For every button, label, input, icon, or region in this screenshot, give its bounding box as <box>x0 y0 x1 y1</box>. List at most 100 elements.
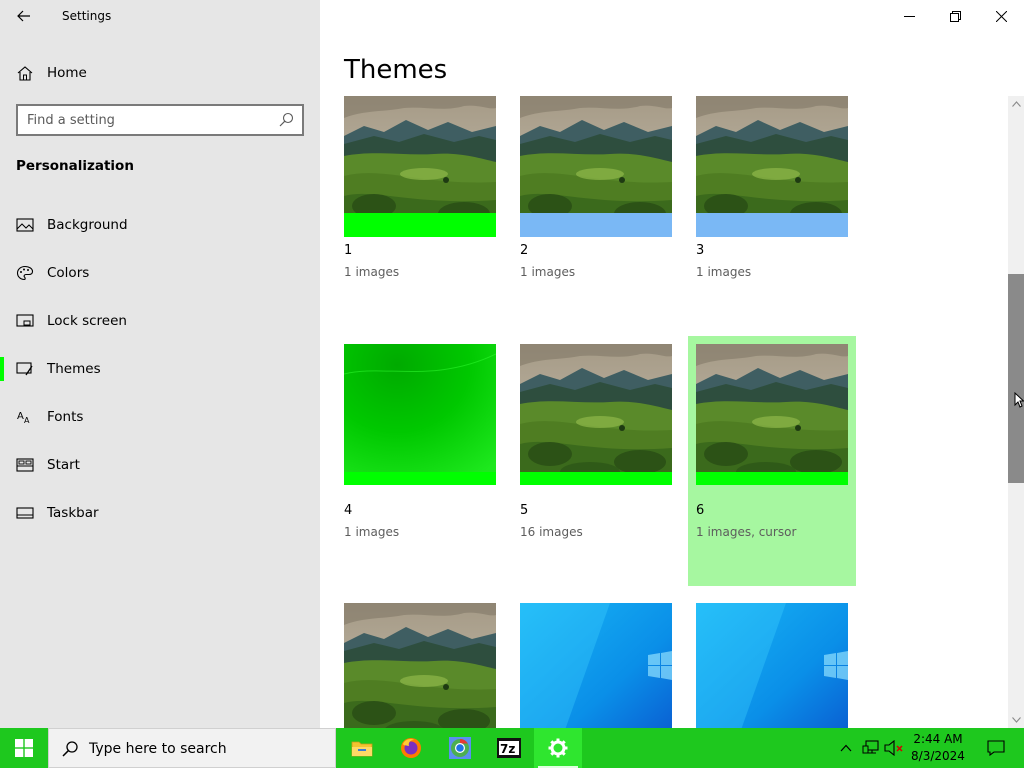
show-hidden-icons-button[interactable] <box>836 738 856 758</box>
theme-thumbnail <box>696 96 848 237</box>
vertical-scrollbar[interactable] <box>1008 96 1024 728</box>
minimize-button[interactable] <box>886 0 932 32</box>
gear-icon <box>548 738 568 758</box>
scroll-up-button[interactable] <box>1008 96 1024 112</box>
sidebar-item-taskbar[interactable]: Taskbar <box>0 493 320 533</box>
taskbar: Type here to search 7z 2:44 AM 8/3/2024 <box>0 728 1024 768</box>
theme-accent-band <box>344 472 496 485</box>
svg-text:A: A <box>17 411 24 422</box>
theme-tile-4[interactable]: 4 1 images <box>344 344 496 544</box>
theme-tile-6[interactable]: 6 1 images, cursor <box>688 336 856 586</box>
volume-tray-button[interactable] <box>884 738 904 758</box>
find-setting-search[interactable] <box>16 104 304 136</box>
theme-thumbnail <box>520 603 672 728</box>
palette-icon <box>16 265 34 281</box>
theme-preview-image <box>520 344 672 485</box>
theme-subtitle: 1 images <box>696 265 752 279</box>
sidebar-item-label: Start <box>47 457 80 473</box>
firefox-icon <box>401 738 421 758</box>
taskbar-app-7zip[interactable]: 7z <box>485 728 533 768</box>
sidebar-item-label: Fonts <box>47 409 84 425</box>
theme-tile-2[interactable]: 2 1 images <box>520 96 672 296</box>
title-bar: Settings <box>0 0 320 32</box>
theme-preview-image <box>344 344 496 485</box>
theme-thumbnail <box>520 344 672 485</box>
7zip-icon: 7z <box>497 738 521 758</box>
theme-tile-item-9[interactable] <box>696 603 848 728</box>
taskbar-app-firefox[interactable] <box>387 728 435 768</box>
theme-thumbnail <box>344 96 496 237</box>
notification-icon <box>987 740 1005 756</box>
home-icon <box>17 66 33 81</box>
theme-accent-band <box>520 213 672 237</box>
taskbar-clock[interactable]: 2:44 AM 8/3/2024 <box>906 731 970 765</box>
main-content: Themes 1 1 images 2 1 images 3 1 images 4 1 ima… <box>320 0 1024 728</box>
theme-subtitle: 1 images <box>344 525 400 539</box>
close-button[interactable] <box>978 0 1024 32</box>
action-center-button[interactable] <box>976 728 1016 768</box>
sidebar-item-lock-screen[interactable]: Lock screen <box>0 301 320 341</box>
theme-subtitle: 1 images <box>520 265 576 279</box>
sidebar-item-background[interactable]: Background <box>0 205 320 245</box>
theme-accent-band <box>696 472 848 485</box>
theme-preview-image <box>696 603 848 728</box>
brush-icon <box>16 362 33 376</box>
theme-subtitle: 1 images, cursor <box>696 525 797 539</box>
network-tray-button[interactable] <box>861 738 881 758</box>
theme-accent-band <box>520 472 672 485</box>
theme-preview-image <box>696 344 848 485</box>
sidebar-item-label: Background <box>47 217 128 233</box>
theme-thumbnail <box>696 344 848 485</box>
close-icon <box>995 10 1007 22</box>
chevron-up-icon <box>840 744 852 752</box>
theme-tile-item-7[interactable] <box>344 603 496 728</box>
search-input[interactable] <box>27 110 267 130</box>
theme-tile-item-8[interactable] <box>520 603 672 728</box>
scroll-down-button[interactable] <box>1008 712 1024 728</box>
selected-indicator <box>0 357 4 381</box>
scroll-thumb[interactable] <box>1008 274 1024 483</box>
home-label: Home <box>47 65 87 81</box>
sidebar-item-label: Lock screen <box>47 313 127 329</box>
theme-tile-3[interactable]: 3 1 images <box>696 96 848 296</box>
back-arrow-icon <box>17 10 30 22</box>
theme-preview-image <box>344 603 496 728</box>
theme-thumbnail <box>344 603 496 728</box>
sidebar-item-label: Themes <box>47 361 101 377</box>
taskbar-app-settings[interactable] <box>534 728 582 768</box>
taskbar-app-file-explorer[interactable] <box>338 728 386 768</box>
minimize-icon <box>903 15 915 17</box>
sidebar-item-themes[interactable]: Themes <box>0 349 320 389</box>
theme-tile-5[interactable]: 5 16 images <box>520 344 672 544</box>
sidebar-item-start[interactable]: Start <box>0 445 320 485</box>
home-nav-item[interactable]: Home <box>0 56 320 90</box>
sidebar-item-label: Taskbar <box>47 505 99 521</box>
chevron-up-icon <box>1011 101 1021 107</box>
section-title: Personalization <box>16 158 134 174</box>
back-button[interactable] <box>10 4 38 28</box>
theme-accent-band <box>344 213 496 237</box>
clock-date: 8/3/2024 <box>911 749 965 763</box>
font-icon: A A <box>17 411 30 425</box>
theme-name: 3 <box>696 243 705 258</box>
theme-accent-band <box>696 213 848 237</box>
app-title: Settings <box>62 9 112 23</box>
theme-thumbnail <box>696 603 848 728</box>
theme-thumbnail <box>344 344 496 485</box>
theme-thumbnail <box>520 96 672 237</box>
search-icon <box>62 741 78 757</box>
theme-name: 1 <box>344 243 353 258</box>
taskbar-app-chrome[interactable] <box>436 728 484 768</box>
theme-tile-1[interactable]: 1 1 images <box>344 96 496 296</box>
svg-text:A: A <box>24 416 30 425</box>
svg-text:7z: 7z <box>500 742 515 756</box>
volume-muted-icon <box>884 740 903 756</box>
taskbar-search-box[interactable]: Type here to search <box>48 728 336 768</box>
chevron-down-icon <box>1011 717 1021 723</box>
start-button[interactable] <box>0 728 48 768</box>
page-title: Themes <box>344 55 448 85</box>
theme-name: 4 <box>344 503 353 518</box>
sidebar-item-colors[interactable]: Colors <box>0 253 320 293</box>
restore-button[interactable] <box>932 0 978 32</box>
sidebar-item-fonts[interactable]: A A Fonts <box>0 397 320 437</box>
